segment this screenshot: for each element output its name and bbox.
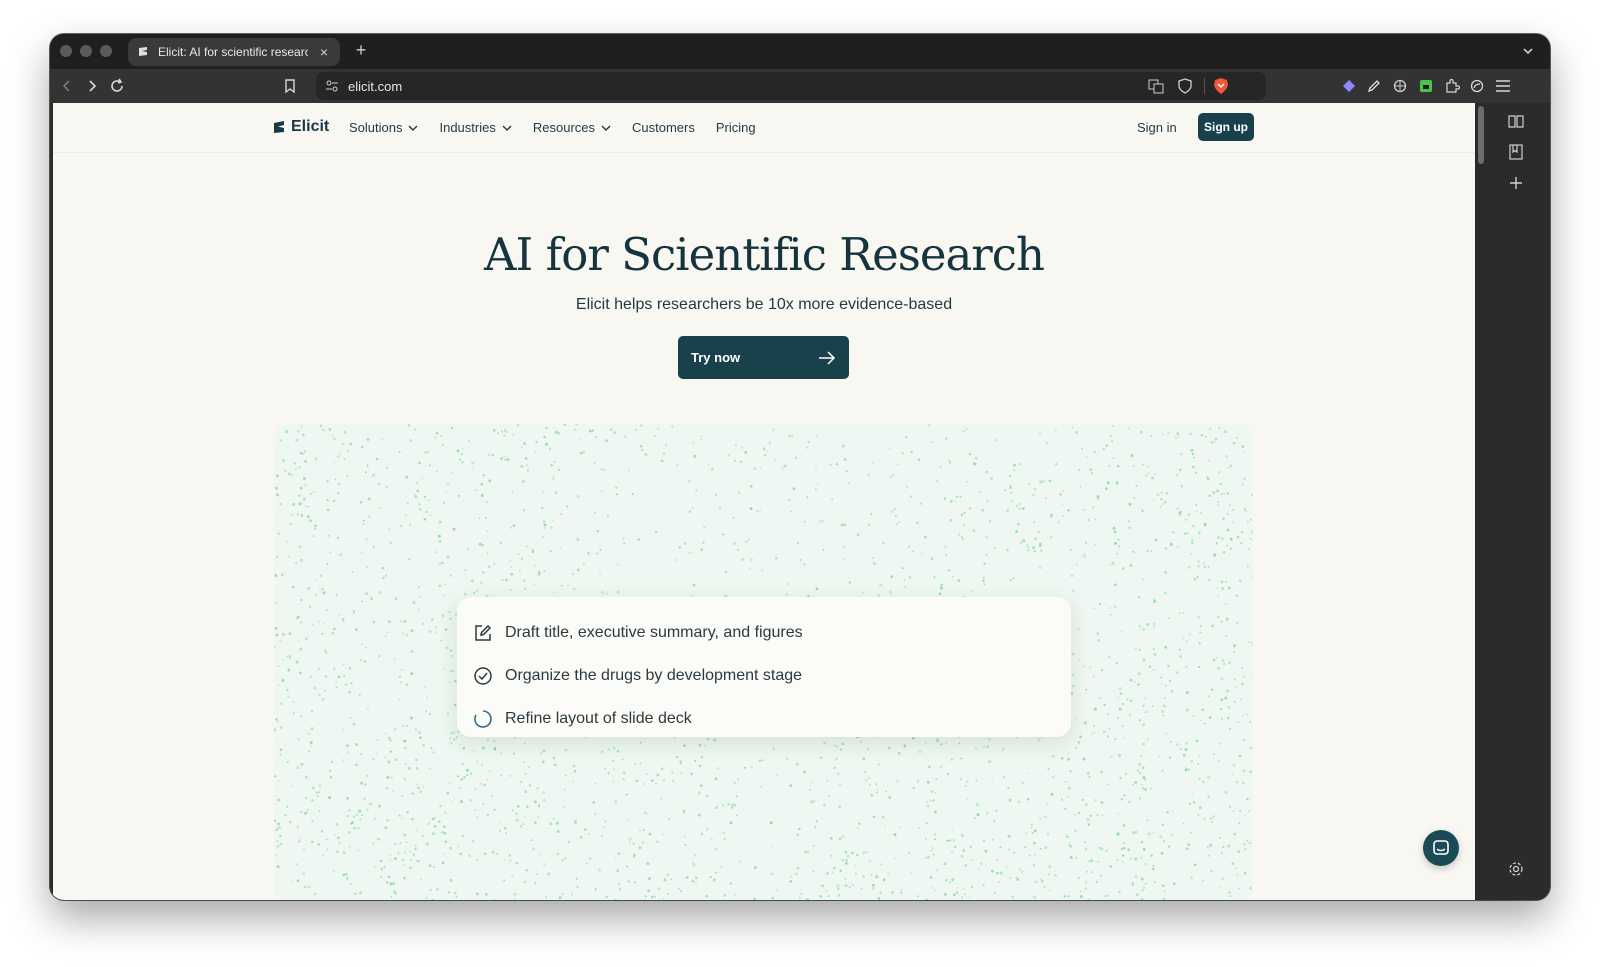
extension-diamond-icon[interactable] <box>1340 77 1358 95</box>
add-panel-icon[interactable] <box>1506 173 1526 193</box>
task-label: Draft title, executive summary, and figu… <box>505 623 803 641</box>
reading-list-icon[interactable] <box>1506 111 1526 131</box>
page-viewport: Elicit Solutions Industries Resources Cu… <box>53 103 1475 900</box>
extensions-puzzle-icon[interactable] <box>1443 77 1461 95</box>
elicit-logo-icon <box>274 121 284 133</box>
divider <box>1204 78 1205 94</box>
back-icon[interactable] <box>58 77 76 95</box>
bookmarks-panel-icon[interactable] <box>1506 142 1526 162</box>
nav-label: Resources <box>532 120 595 135</box>
address-bar[interactable]: elicit.com <box>316 72 1266 100</box>
check-circle-icon <box>474 666 492 685</box>
try-now-button[interactable]: Try now <box>678 336 849 379</box>
browser-tab[interactable]: Elicit: AI for scientific research × <box>128 38 340 66</box>
browser-window: Elicit: AI for scientific research × + e… <box>50 34 1550 900</box>
task-item: Draft title, executive summary, and figu… <box>473 611 1055 654</box>
logo-text: Elicit <box>291 118 330 135</box>
task-list-card: Draft title, executive summary, and figu… <box>457 597 1071 737</box>
task-label: Organize the drugs by development stage <box>505 666 803 684</box>
reload-icon[interactable] <box>108 77 126 95</box>
page-scrollbar[interactable] <box>1475 103 1487 900</box>
nav-label: Solutions <box>349 120 403 135</box>
loading-spinner-icon <box>474 709 492 728</box>
chevron-down-icon <box>502 125 512 131</box>
hero-subtitle: Elicit helps researchers be 10x more evi… <box>575 296 953 313</box>
bookmark-icon[interactable] <box>281 77 299 95</box>
nav-pricing[interactable]: Pricing <box>716 120 756 135</box>
sign-up-button[interactable]: Sign up <box>1198 113 1254 141</box>
demo-illustration: Draft title, executive summary, and figu… <box>274 424 1253 900</box>
menu-hamburger-icon[interactable] <box>1494 77 1512 95</box>
tab-strip: Elicit: AI for scientific research × + <box>50 34 1550 69</box>
extension-android-icon[interactable] <box>1417 77 1435 95</box>
site-logo[interactable]: Elicit <box>272 118 329 136</box>
new-tab-button[interactable]: + <box>350 40 372 61</box>
browser-sidebar <box>1487 103 1550 900</box>
chevron-down-icon <box>601 125 611 131</box>
close-window-button[interactable] <box>60 45 72 57</box>
nav-resources[interactable]: Resources <box>533 120 611 135</box>
try-now-label: Try now <box>691 350 741 365</box>
main-nav: Solutions Industries Resources Customers… <box>349 120 756 135</box>
elicit-favicon-icon <box>136 45 150 59</box>
nav-label: Customers <box>632 120 695 135</box>
extension-circle-icon[interactable] <box>1391 77 1409 95</box>
sidebar-settings-gear-icon[interactable] <box>1506 859 1526 879</box>
task-item: Organize the drugs by development stage <box>473 654 1055 697</box>
nav-solutions[interactable]: Solutions <box>349 120 418 135</box>
nav-customers[interactable]: Customers <box>632 120 695 135</box>
task-label: Refine layout of slide deck <box>505 709 692 727</box>
edit-icon <box>475 624 492 641</box>
hero-title: AI for Scientific Research <box>484 228 1045 281</box>
nav-industries[interactable]: Industries <box>439 120 512 135</box>
extension-pen-icon[interactable] <box>1365 77 1383 95</box>
tab-list-chevron-icon[interactable] <box>1520 43 1536 59</box>
zoom-window-button[interactable] <box>100 45 112 57</box>
nav-label: Pricing <box>715 120 756 135</box>
arrow-right-icon <box>819 350 836 365</box>
site-header: Elicit Solutions Industries Resources Cu… <box>53 103 1475 153</box>
scrollbar-thumb[interactable] <box>1478 106 1484 164</box>
browser-toolbar: elicit.com <box>50 69 1550 103</box>
tab-title: Elicit: AI for scientific research <box>158 45 308 59</box>
forward-icon[interactable] <box>83 77 101 95</box>
translate-icon[interactable] <box>1148 78 1164 99</box>
chat-launcher-button[interactable] <box>1423 830 1459 866</box>
site-settings-icon[interactable] <box>325 79 339 98</box>
task-item: Refine layout of slide deck <box>473 697 1055 740</box>
chevron-down-icon <box>408 125 418 131</box>
url-text: elicit.com <box>348 79 403 94</box>
sign-in-link[interactable]: Sign in <box>1137 120 1177 135</box>
shields-icon[interactable] <box>1178 78 1192 99</box>
chat-icon <box>1433 840 1449 855</box>
nav-label: Industries <box>439 120 496 135</box>
extension-swirl-icon[interactable] <box>1468 77 1486 95</box>
close-tab-icon[interactable]: × <box>316 44 332 60</box>
minimize-window-button[interactable] <box>80 45 92 57</box>
brave-lion-icon[interactable] <box>1213 77 1229 100</box>
